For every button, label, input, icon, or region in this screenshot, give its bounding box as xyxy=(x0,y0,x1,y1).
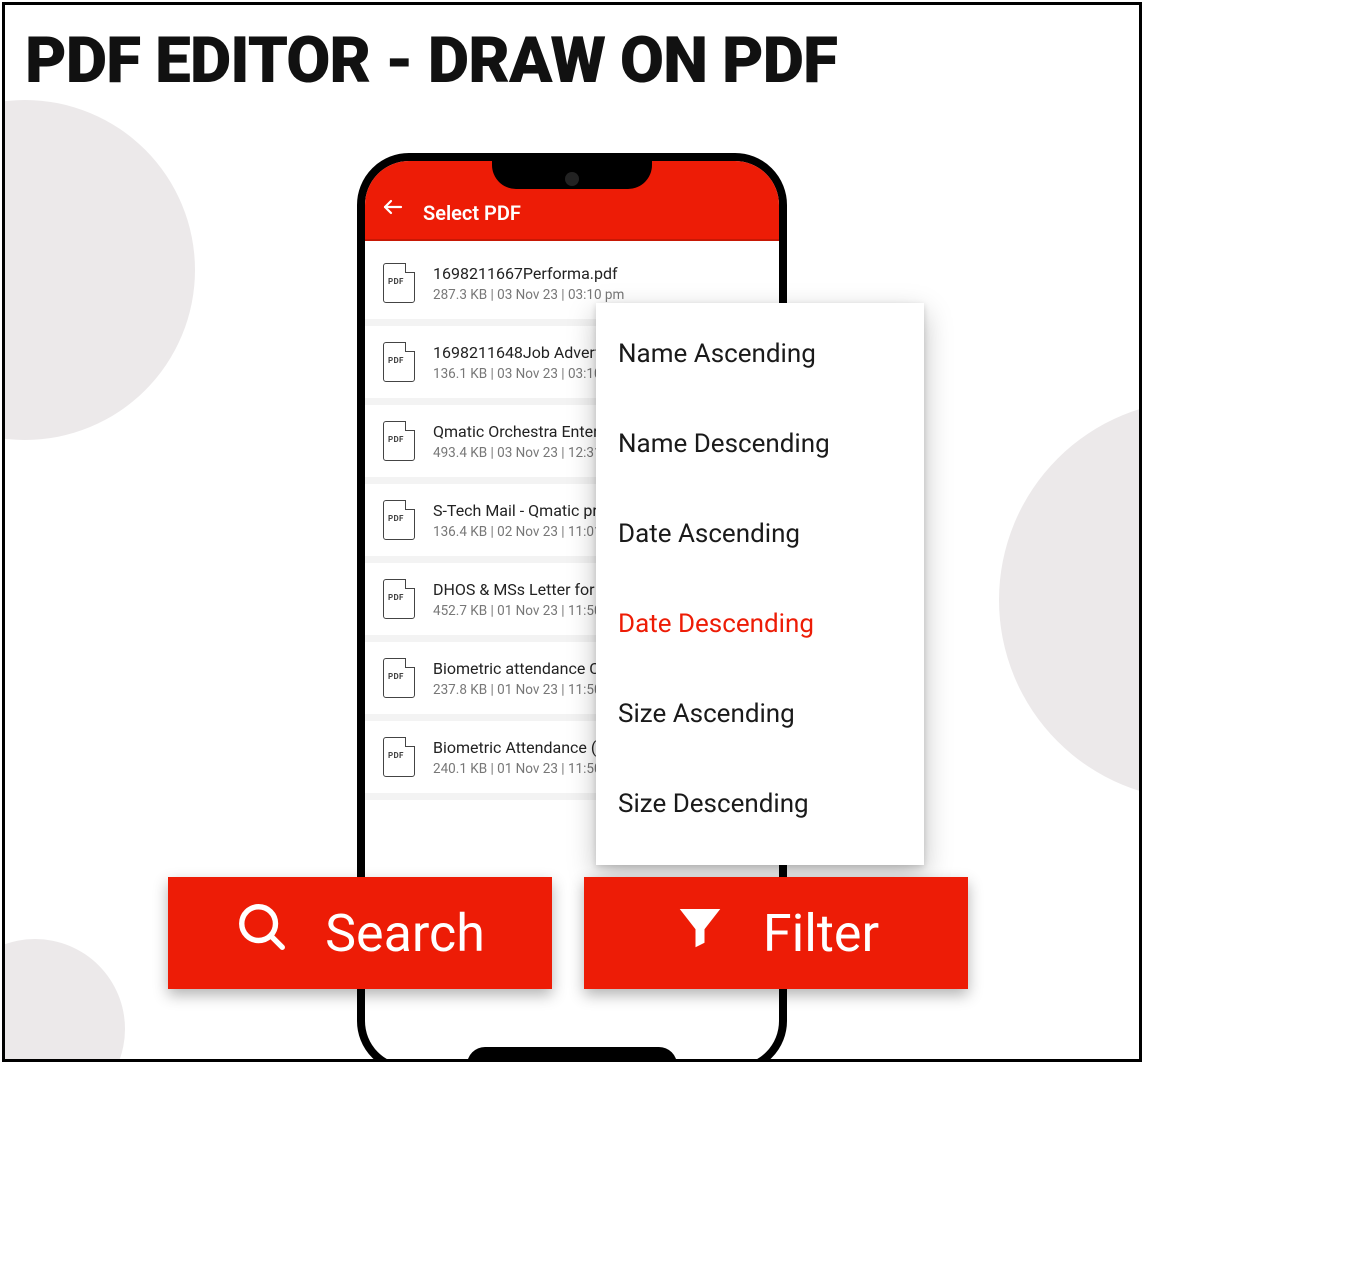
pdf-item-info: 1698211667Performa.pdf 287.3 KB | 03 Nov … xyxy=(433,264,761,303)
pdf-file-icon: PDF xyxy=(383,500,415,540)
search-button[interactable]: Search xyxy=(168,877,552,989)
pdf-icon-label: PDF xyxy=(388,277,404,286)
filter-option[interactable]: Size Ascending xyxy=(596,669,924,759)
pdf-icon-label: PDF xyxy=(388,435,404,444)
header-title: Select PDF xyxy=(423,201,521,225)
decorative-circle xyxy=(999,400,1142,800)
promo-frame: PDF EDITOR - DRAW ON PDF Select PDF PDF 1… xyxy=(2,2,1142,1062)
search-icon xyxy=(235,900,289,967)
pdf-icon-label: PDF xyxy=(388,514,404,523)
filter-button[interactable]: Filter xyxy=(584,877,968,989)
pdf-file-icon: PDF xyxy=(383,737,415,777)
filter-option[interactable]: Size Descending xyxy=(596,759,924,849)
pdf-file-icon: PDF xyxy=(383,263,415,303)
filter-menu: Name AscendingName DescendingDate Ascend… xyxy=(596,303,924,865)
pdf-file-icon: PDF xyxy=(383,342,415,382)
filter-option[interactable]: Date Descending xyxy=(596,579,924,669)
pdf-item-meta: 287.3 KB | 03 Nov 23 | 03:10 pm xyxy=(433,287,761,303)
pdf-item-name: 1698211667Performa.pdf xyxy=(433,264,761,283)
decorative-circle xyxy=(2,100,195,440)
page-title: PDF EDITOR - DRAW ON PDF xyxy=(5,5,1139,98)
filter-icon xyxy=(673,900,727,967)
filter-option[interactable]: Name Descending xyxy=(596,399,924,489)
phone-notch xyxy=(492,159,652,189)
search-button-label: Search xyxy=(325,903,485,964)
back-arrow-icon[interactable] xyxy=(381,195,405,223)
filter-option[interactable]: Date Ascending xyxy=(596,489,924,579)
pdf-icon-label: PDF xyxy=(388,593,404,602)
pdf-icon-label: PDF xyxy=(388,356,404,365)
pdf-icon-label: PDF xyxy=(388,672,404,681)
pdf-file-icon: PDF xyxy=(383,579,415,619)
filter-option[interactable]: Name Ascending xyxy=(596,309,924,399)
filter-button-label: Filter xyxy=(763,903,879,964)
decorative-circle xyxy=(2,939,125,1062)
phone-chin xyxy=(467,1047,677,1062)
action-buttons: Search Filter xyxy=(168,877,968,989)
pdf-file-icon: PDF xyxy=(383,421,415,461)
pdf-icon-label: PDF xyxy=(388,751,404,760)
pdf-file-icon: PDF xyxy=(383,658,415,698)
